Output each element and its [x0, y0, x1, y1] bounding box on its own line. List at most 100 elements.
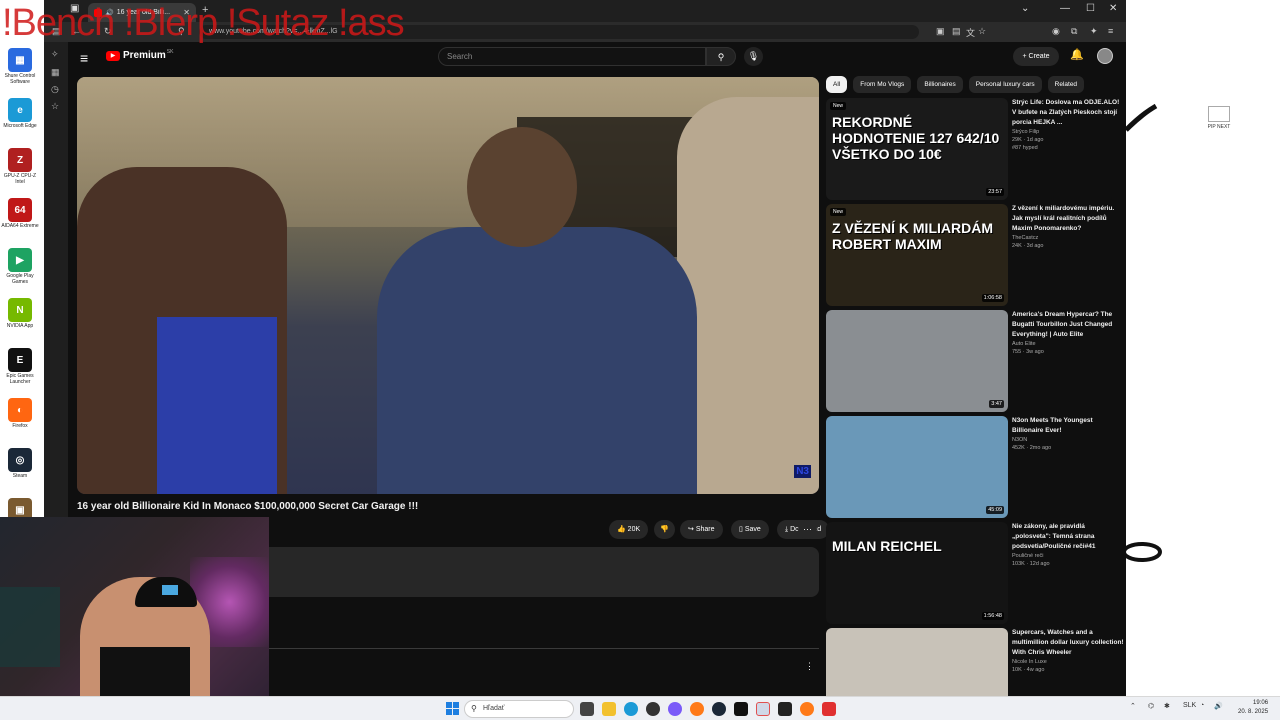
like-button[interactable]: 👍 20K: [609, 520, 649, 539]
more-actions-button[interactable]: ⋯: [798, 520, 817, 539]
brave-icon[interactable]: [822, 702, 836, 716]
search-button[interactable]: ⚲: [706, 47, 736, 66]
clock[interactable]: 19:06 20. 8. 2025: [1238, 699, 1268, 717]
chip-from-mo-vlogs[interactable]: From Mo Vlogs: [853, 76, 912, 93]
video-thumbnail[interactable]: 3:47: [826, 310, 1008, 412]
browser-active-icon[interactable]: [756, 702, 770, 716]
search-input[interactable]: Search: [438, 47, 706, 66]
channel-name[interactable]: N3ON: [1012, 437, 1124, 443]
video-thumbnail[interactable]: [826, 628, 1008, 696]
video-frame-head: [467, 127, 577, 247]
desktop-icon[interactable]: ◎ Steam: [0, 448, 40, 498]
recommended-video[interactable]: REKORDNÉ HODNOTENIE 127 642/10 VŠETKO DO…: [826, 98, 1126, 200]
recommended-video[interactable]: MILAN REICHEL 1:56:48 Nie zákony, ale prav…: [826, 522, 1126, 624]
ai-sidebar-icon[interactable]: ✧: [51, 49, 59, 60]
profile-icon[interactable]: ◉: [1052, 26, 1060, 37]
desktop-icon[interactable]: ▶ Google Play Games: [0, 248, 40, 298]
desktop-icon[interactable]: E Epic Games Launcher: [0, 348, 40, 398]
video-title-link[interactable]: America's Dream Hypercar? The Bugatti To…: [1012, 310, 1124, 340]
desktop-icon[interactable]: ▦ Shure Control Software: [0, 48, 40, 98]
voice-search-button[interactable]: 🎙: [744, 47, 763, 66]
edge-icon[interactable]: [624, 702, 638, 716]
notifications-bell-icon[interactable]: 🔔: [1070, 48, 1084, 61]
video-title-link[interactable]: Z vězení k miliardovému impériu. Jak mys…: [1012, 204, 1124, 234]
close-window-icon[interactable]: ✕: [1109, 3, 1117, 14]
channel-name[interactable]: Nicole In Luxe: [1012, 659, 1124, 665]
firefox-icon[interactable]: [800, 702, 814, 716]
extensions-puzzle-icon[interactable]: ⧉: [1071, 26, 1077, 37]
create-button[interactable]: + Create: [1013, 47, 1059, 66]
channel-name[interactable]: Strýco Filip: [1012, 129, 1124, 135]
recommended-video[interactable]: 45:09 N3on Meets The Youngest Billionaire…: [826, 416, 1126, 518]
recommended-video[interactable]: Supercars, Watches and a multimillion do…: [826, 628, 1126, 696]
hype-badge: #87 hyped: [1012, 145, 1038, 151]
channel-name[interactable]: TheCastcz: [1012, 235, 1124, 241]
desktop-icon-right[interactable]: PIP NEXT: [1204, 106, 1234, 130]
desktop-icon[interactable]: ◐ Firefox: [0, 398, 40, 448]
desktop-icon[interactable]: N NVIDIA App: [0, 298, 40, 348]
language-indicator[interactable]: SLK: [1183, 702, 1196, 709]
channel-name[interactable]: Auto Elite: [1012, 341, 1124, 347]
bookmarks-icon[interactable]: ☆: [51, 101, 59, 112]
app-icon[interactable]: [646, 702, 660, 716]
history-icon[interactable]: ◷: [51, 84, 59, 95]
messenger-icon[interactable]: [668, 702, 682, 716]
terminal-icon[interactable]: [734, 702, 748, 716]
recommended-video[interactable]: 3:47 America's Dream Hypercar? The Bugatt…: [826, 310, 1126, 412]
video-thumbnail[interactable]: REKORDNÉ HODNOTENIE 127 642/10 VŠETKO DO…: [826, 98, 1008, 200]
channel-watermark[interactable]: N3: [794, 465, 811, 478]
network-icon[interactable]: ⌬: [1148, 702, 1154, 710]
browser-menu-icon[interactable]: ≡: [1108, 26, 1113, 36]
tab-search-chevron-icon[interactable]: ⌄: [1021, 3, 1029, 14]
video-title-link[interactable]: Supercars, Watches and a multimillion do…: [1012, 628, 1124, 658]
minimize-icon[interactable]: —: [1060, 3, 1070, 14]
video-title-link[interactable]: Strýc Life: Doslova ma ODJE.ALO! V bufet…: [1012, 98, 1124, 128]
bluetooth-icon[interactable]: ✱: [1164, 702, 1170, 710]
app-icon: E: [8, 348, 32, 372]
chip-related[interactable]: Related: [1047, 76, 1085, 93]
avatar[interactable]: [1097, 48, 1113, 64]
obs-icon[interactable]: [778, 702, 792, 716]
video-thumbnail[interactable]: 45:09: [826, 416, 1008, 518]
desktop-icon[interactable]: 64 AIDA64 Extreme: [0, 198, 40, 248]
recommended-video[interactable]: Z VĚZENÍ K MILIARDÁM ROBERT MAXIM New 1:06…: [826, 204, 1126, 306]
video-title-link[interactable]: N3on Meets The Youngest Billionaire Ever…: [1012, 416, 1124, 436]
view-stats: 452K · 2mo ago: [1012, 445, 1052, 451]
task-view-icon[interactable]: [580, 702, 594, 716]
taskbar-search[interactable]: ⚲ Hľadať: [464, 700, 574, 718]
reading-list-icon[interactable]: ▦: [51, 67, 60, 78]
app-icon: 64: [8, 198, 32, 222]
stream-overlay-title: !Bench !Blerp !Sutaz !ass: [2, 2, 405, 44]
channel-name[interactable]: Pouličné reči: [1012, 553, 1124, 559]
ai-icon[interactable]: ✦: [1090, 26, 1098, 37]
hamburger-menu-icon[interactable]: ≡: [80, 50, 88, 66]
firefox-icon[interactable]: [690, 702, 704, 716]
video-thumbnail[interactable]: Z VĚZENÍ K MILIARDÁM ROBERT MAXIM New 1:06…: [826, 204, 1008, 306]
chip-all[interactable]: All: [826, 76, 848, 93]
steam-icon[interactable]: [712, 702, 726, 716]
start-button[interactable]: [446, 702, 459, 715]
tray-chevron-icon[interactable]: ⌃: [1130, 702, 1136, 710]
maximize-icon[interactable]: ☐: [1086, 3, 1095, 14]
video-thumbnail[interactable]: MILAN REICHEL 1:56:48: [826, 522, 1008, 624]
desktop-icon[interactable]: e Microsoft Edge: [0, 98, 40, 148]
file-explorer-icon[interactable]: [602, 702, 616, 716]
youtube-logo[interactable]: ▶ Premium SK: [106, 49, 173, 61]
comment-menu-icon[interactable]: ⋮: [805, 661, 814, 672]
chip-billionaires[interactable]: Billionaires: [917, 76, 963, 93]
video-player[interactable]: N3: [77, 77, 819, 494]
video-title-link[interactable]: Nie zákony, ale pravidlá „polosveta": Te…: [1012, 522, 1124, 552]
wifi-icon[interactable]: ◔: [1200, 702, 1204, 709]
desktop-icon[interactable]: Z GPU-Z CPU-Z Intel: [0, 148, 40, 198]
chip-personal-luxury-cars[interactable]: Personal luxury cars: [968, 76, 1042, 93]
desktop-icon-label: Epic Games Launcher: [6, 373, 34, 385]
share-button[interactable]: ↪ Share: [680, 520, 723, 539]
bookmark-star-icon[interactable]: ☆: [978, 26, 986, 37]
translate-icon[interactable]: 文: [966, 26, 975, 39]
volume-icon[interactable]: 🔊: [1214, 702, 1223, 710]
cast-icon[interactable]: ▤: [952, 26, 961, 37]
save-label: Save: [744, 526, 761, 533]
save-button[interactable]: ▯ Save: [731, 520, 769, 539]
extension-icon[interactable]: ▣: [936, 26, 945, 37]
dislike-button[interactable]: 👎: [654, 520, 675, 539]
